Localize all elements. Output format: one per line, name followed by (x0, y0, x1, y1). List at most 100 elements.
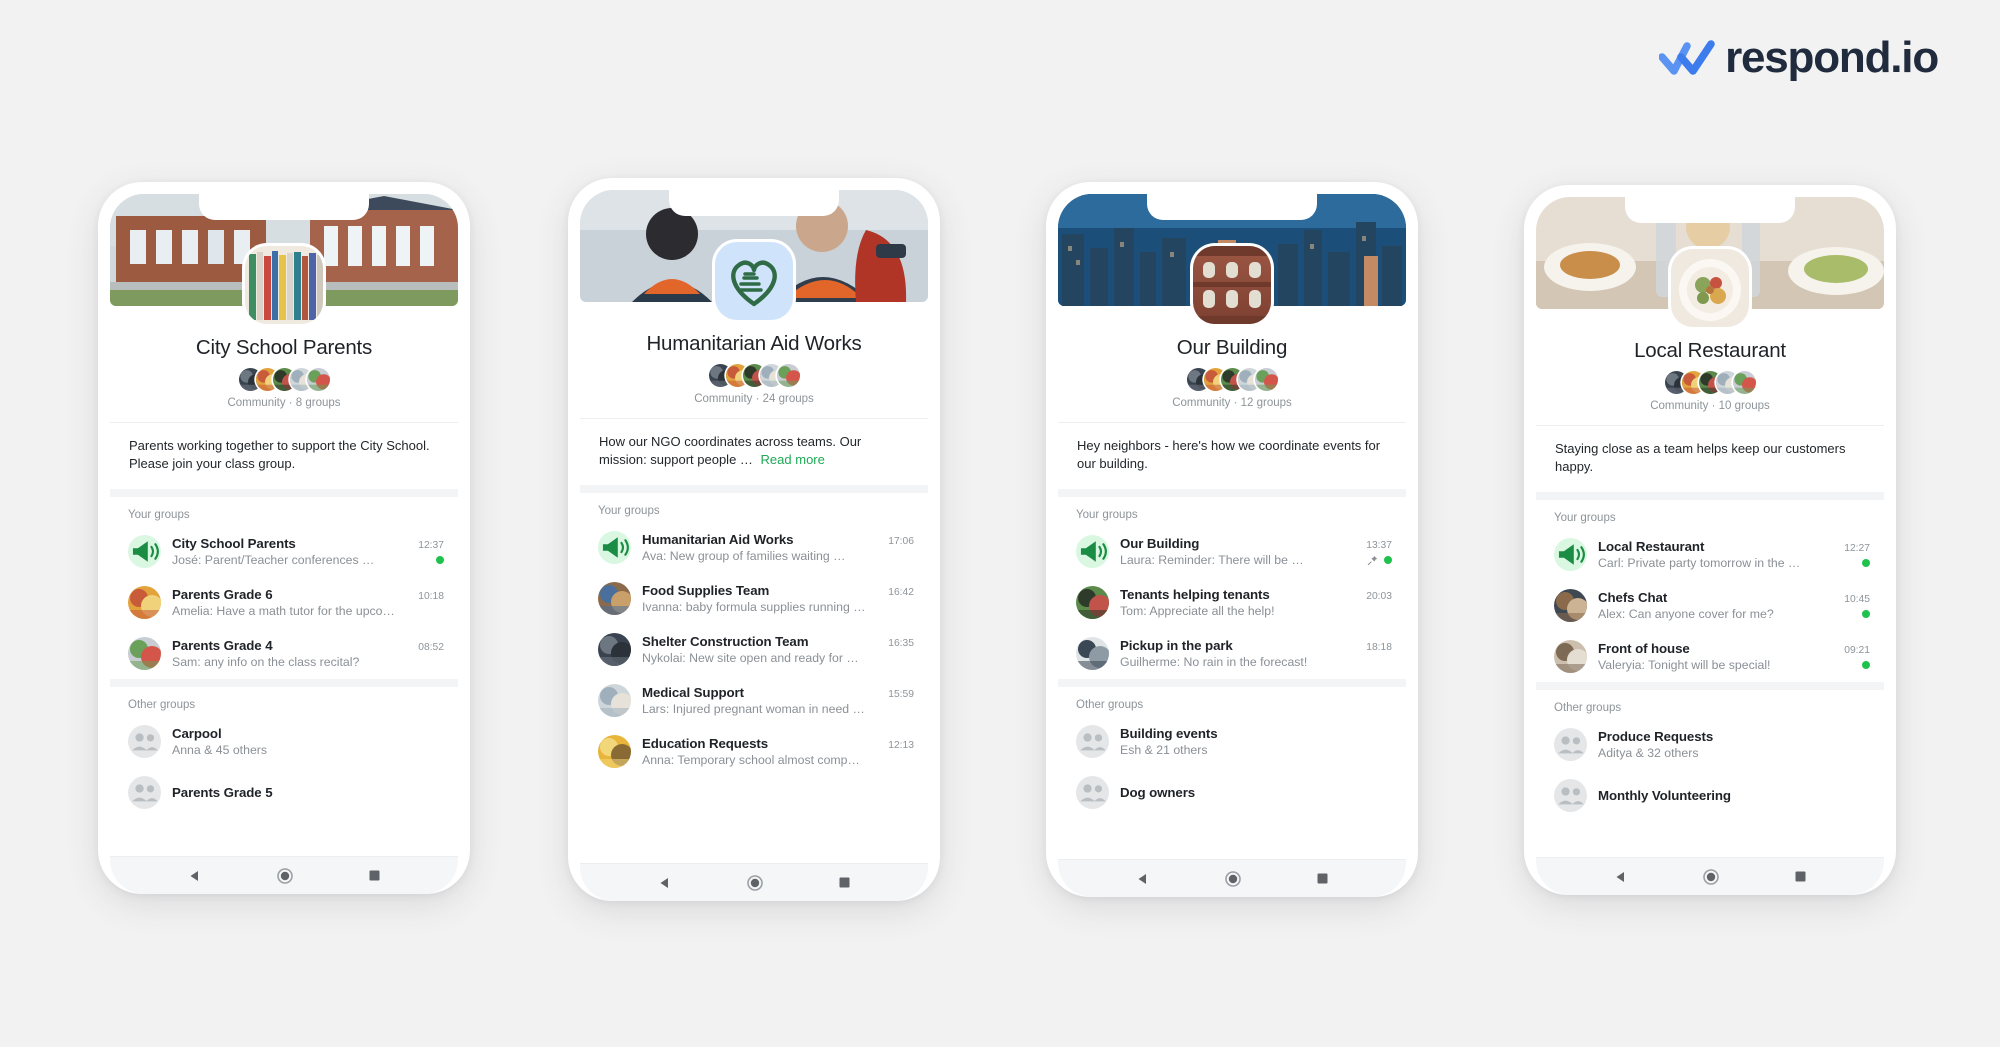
back-triangle-icon[interactable] (1614, 870, 1628, 884)
home-circle-icon[interactable] (1225, 871, 1241, 887)
android-navigation-bar[interactable] (110, 856, 458, 894)
group-row-body: Food Supplies Team 16:42 Ivanna: baby fo… (642, 583, 914, 614)
groups-list[interactable]: Your groups Humanitarian Aid Works 17:06… (580, 493, 928, 863)
member-avatar (777, 364, 800, 387)
groups-list[interactable]: Your groups Our Building 13:37 Laura: Re… (1058, 497, 1406, 859)
phone-mockup-our-building: Our Building Community · 12 groups Hey n… (1046, 182, 1418, 897)
group-members-summary: Anna & 45 others (172, 743, 444, 757)
respondio-logo: respond.io (1659, 36, 1938, 80)
phone-screen: Our Building Community · 12 groups Hey n… (1058, 194, 1406, 897)
section-separator (110, 679, 458, 687)
recents-square-icon[interactable] (368, 869, 381, 882)
group-row-body: Local Restaurant 12:27 Carl: Private par… (1598, 539, 1870, 570)
group-list-item[interactable]: Our Building 13:37 Laura: Reminder: Ther… (1058, 526, 1406, 577)
group-list-item[interactable]: Parents Grade 6 10:18 Amelia: Have a mat… (110, 577, 458, 628)
group-list-item[interactable]: Building events Esh & 21 others (1058, 716, 1406, 767)
group-row-preview: Nykolai: New site open and ready for … (642, 651, 914, 665)
android-navigation-bar[interactable] (1058, 859, 1406, 897)
group-list-item[interactable]: Monthly Volunteering (1536, 770, 1884, 821)
phone-screen: Humanitarian Aid Works Community · 24 gr… (580, 190, 928, 901)
member-avatar (1733, 371, 1756, 394)
group-row-body: Parents Grade 4 08:52 Sam: any info on t… (172, 638, 444, 669)
group-list-item[interactable]: Carpool Anna & 45 others (110, 716, 458, 767)
android-navigation-bar[interactable] (1536, 857, 1884, 895)
group-row-preview: Anna: Temporary school almost comp… (642, 753, 914, 767)
group-list-item[interactable]: Medical Support 15:59 Lars: Injured preg… (580, 675, 928, 726)
group-list-item[interactable]: Food Supplies Team 16:42 Ivanna: baby fo… (580, 573, 928, 624)
group-row-header: Shelter Construction Team 16:35 (642, 634, 914, 649)
group-list-item[interactable]: Local Restaurant 12:27 Carl: Private par… (1536, 529, 1884, 580)
recents-square-icon[interactable] (1316, 872, 1329, 885)
group-avatar-image (1554, 589, 1587, 622)
back-triangle-icon[interactable] (658, 876, 672, 890)
unread-dot (436, 556, 444, 564)
back-triangle-icon[interactable] (188, 869, 202, 883)
group-list-item[interactable]: Humanitarian Aid Works 17:06 Ava: New gr… (580, 522, 928, 573)
group-row-body: Our Building 13:37 Laura: Reminder: Ther… (1120, 536, 1392, 567)
group-list-item[interactable]: City School Parents 12:37 José: Parent/T… (110, 526, 458, 577)
group-row-preview: Alex: Can anyone cover for me? (1598, 607, 1870, 621)
section-label: Your groups (110, 497, 458, 526)
announcement-icon (1554, 538, 1587, 571)
group-name: Medical Support (642, 685, 880, 700)
group-last-message: Amelia: Have a math tutor for the upco… (172, 604, 444, 618)
section-label: Your groups (1536, 500, 1884, 529)
group-last-message: Ivanna: baby formula supplies running … (642, 600, 914, 614)
home-circle-icon[interactable] (1703, 869, 1719, 885)
back-triangle-icon[interactable] (1136, 872, 1150, 886)
community-title: Humanitarian Aid Works (594, 332, 914, 356)
group-members-summary: Esh & 21 others (1120, 743, 1392, 757)
group-last-message: Guilherme: No rain in the forecast! (1120, 655, 1392, 669)
group-row-body: Parents Grade 6 10:18 Amelia: Have a mat… (172, 587, 444, 618)
group-avatar-image (1554, 640, 1587, 673)
group-row-preview: Ivanna: baby formula supplies running … (642, 600, 914, 614)
group-row-body: Parents Grade 5 (172, 785, 444, 800)
home-circle-icon[interactable] (747, 875, 763, 891)
group-list-item[interactable]: Produce Requests Aditya & 32 others (1536, 719, 1884, 770)
group-name: Building events (1120, 726, 1392, 741)
group-name: Produce Requests (1598, 729, 1870, 744)
group-list-item[interactable]: Front of house 09:21 Valeryia: Tonight w… (1536, 631, 1884, 682)
group-row-preview: Ava: New group of families waiting … (642, 549, 914, 563)
group-timestamp: 10:45 (1844, 594, 1870, 605)
group-row-body: Education Requests 12:13 Anna: Temporary… (642, 736, 914, 767)
group-list-item[interactable]: Parents Grade 5 (110, 767, 458, 818)
community-description: Parents working together to support the … (110, 423, 458, 498)
android-navigation-bar[interactable] (580, 863, 928, 901)
recents-square-icon[interactable] (1794, 870, 1807, 883)
community-description: Staying close as a team helps keep our c… (1536, 426, 1884, 501)
group-row-header: Pickup in the park 18:18 (1120, 638, 1392, 653)
member-avatar-stack[interactable] (594, 364, 914, 387)
group-list-item[interactable]: Dog owners (1058, 767, 1406, 818)
group-list-item[interactable]: Pickup in the park 18:18 Guilherme: No r… (1058, 628, 1406, 679)
group-name: Parents Grade 5 (172, 785, 444, 800)
group-list-item[interactable]: Education Requests 12:13 Anna: Temporary… (580, 726, 928, 777)
recents-square-icon[interactable] (838, 876, 851, 889)
group-row-header: Monthly Volunteering (1598, 788, 1870, 803)
member-avatar-stack[interactable] (124, 368, 444, 391)
group-list-item[interactable]: Shelter Construction Team 16:35 Nykolai:… (580, 624, 928, 675)
member-avatar-stack[interactable] (1072, 368, 1392, 391)
group-timestamp: 09:21 (1844, 645, 1870, 656)
group-row-header: Dog owners (1120, 785, 1392, 800)
groups-list[interactable]: Your groups City School Parents 12:37 Jo… (110, 497, 458, 856)
group-avatar-image (598, 735, 631, 768)
phone-notch (1625, 197, 1795, 223)
group-row-header: Building events (1120, 726, 1392, 741)
community-description: How our NGO coordinates across teams. Ou… (580, 419, 928, 494)
group-timestamp: 16:35 (888, 638, 914, 649)
community-meta: Community · 8 groups (124, 397, 444, 409)
group-row-body: Monthly Volunteering (1598, 788, 1870, 803)
group-name: Parents Grade 4 (172, 638, 410, 653)
read-more-link[interactable]: Read more (761, 452, 825, 467)
group-timestamp: 12:37 (418, 540, 444, 551)
home-circle-icon[interactable] (277, 868, 293, 884)
groups-list[interactable]: Your groups Local Restaurant 12:27 Carl:… (1536, 500, 1884, 857)
group-row-header: Local Restaurant 12:27 (1598, 539, 1870, 554)
community-title: Our Building (1072, 336, 1392, 360)
group-list-item[interactable]: Chefs Chat 10:45 Alex: Can anyone cover … (1536, 580, 1884, 631)
group-name: Our Building (1120, 536, 1358, 551)
group-list-item[interactable]: Tenants helping tenants 20:03 Tom: Appre… (1058, 577, 1406, 628)
member-avatar-stack[interactable] (1550, 371, 1870, 394)
group-list-item[interactable]: Parents Grade 4 08:52 Sam: any info on t… (110, 628, 458, 679)
